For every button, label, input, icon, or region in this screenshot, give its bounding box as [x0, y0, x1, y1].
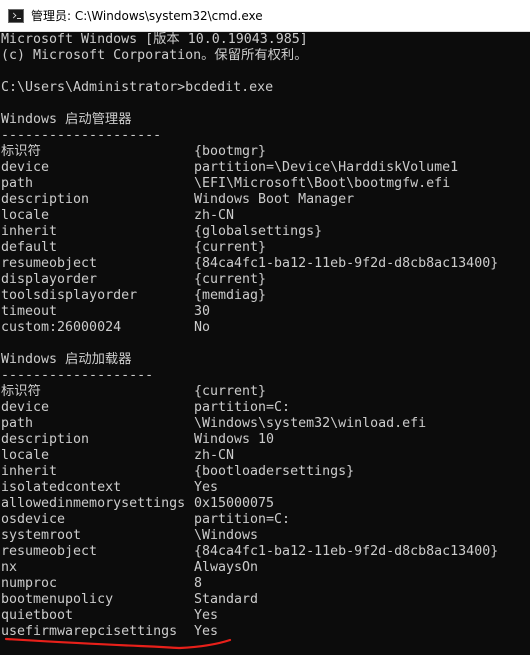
boot-manager-entry-value: partition=\Device\HarddiskVolume1 [194, 160, 459, 175]
boot-loader-entry-row: device partition=C: [1, 400, 530, 416]
boot-manager-entry-key: resumeobject [1, 256, 98, 271]
boot-loader-entry-value: AlwaysOn [194, 560, 259, 575]
boot-manager-entry-row: default {current} [1, 240, 530, 256]
boot-manager-entry-value: {current} [194, 272, 267, 287]
red-underline-annotation [4, 637, 232, 650]
boot-loader-entry-row: isolatedcontext Yes [1, 480, 530, 496]
boot-manager-entry-row: 标识符 {bootmgr} [1, 144, 530, 160]
boot-loader-entry-row: path \Windows\system32\winload.efi [1, 416, 530, 432]
boot-manager-entry-value: {bootmgr} [194, 144, 267, 159]
window-title: 管理员: C:\Windows\system32\cmd.exe [31, 9, 263, 23]
boot-manager-entries: 标识符 {bootmgr} device partition=\Device\Hard… [1, 144, 530, 336]
version-line: Microsoft Windows [版本 10.0.19043.985] [1, 32, 308, 47]
boot-manager-entry-value: {globalsettings} [194, 224, 323, 239]
boot-loader-entry-key: device [1, 400, 50, 415]
boot-loader-entry-row: systemroot \Windows [1, 528, 530, 544]
boot-manager-entry-value: {84ca4fc1-ba12-11eb-9f2d-d8cb8ac13400} [194, 256, 499, 271]
boot-loader-entry-key: resumeobject [1, 544, 98, 559]
boot-loader-entry-value: \Windows\system32\winload.efi [194, 416, 427, 431]
command-prompt: C:\Users\Administrator>bcdedit.exe [1, 80, 274, 95]
boot-manager-entry-row: inherit {globalsettings} [1, 224, 530, 240]
boot-manager-entry-row: displayorder {current} [1, 272, 530, 288]
boot-manager-entry-value: Windows Boot Manager [194, 192, 355, 207]
boot-manager-entry-key: description [1, 192, 90, 207]
boot-loader-entry-key: osdevice [1, 512, 66, 527]
boot-loader-entry-key: locale [1, 448, 50, 463]
boot-loader-entries: 标识符 {current} device partition=C: path \Windo… [1, 384, 530, 640]
boot-manager-entry-row: device partition=\Device\HarddiskVolume1 [1, 160, 530, 176]
boot-manager-entry-key: 标识符 [1, 144, 41, 159]
boot-loader-entry-value: partition=C: [194, 512, 291, 527]
boot-manager-entry-key: displayorder [1, 272, 98, 287]
boot-loader-entry-value: {current} [194, 384, 267, 399]
cmd-window: 管理员: C:\Windows\system32\cmd.exe Microso… [0, 0, 530, 655]
copyright-line: (c) Microsoft Corporation。保留所有权利。 [1, 48, 308, 63]
boot-loader-entry-value: Standard [194, 592, 259, 607]
cmd-icon[interactable] [8, 8, 24, 23]
boot-loader-entry-key: allowedinmemorysettings [1, 496, 186, 511]
boot-loader-entry-value: Yes [194, 608, 219, 623]
boot-manager-entry-key: inherit [1, 224, 58, 239]
boot-loader-separator: ------------------- [1, 368, 154, 383]
boot-manager-entry-row: timeout 30 [1, 304, 530, 320]
boot-manager-entry-value: {current} [194, 240, 267, 255]
title-bar[interactable]: 管理员: C:\Windows\system32\cmd.exe [0, 0, 530, 32]
boot-manager-separator: -------------------- [1, 128, 162, 143]
boot-manager-entry-key: device [1, 160, 50, 175]
boot-loader-entry-row: description Windows 10 [1, 432, 530, 448]
boot-manager-entry-row: locale zh-CN [1, 208, 530, 224]
boot-loader-entry-value: {bootloadersettings} [194, 464, 355, 479]
boot-loader-entry-value: Yes [194, 480, 219, 495]
console-output[interactable]: Microsoft Windows [版本 10.0.19043.985] (c… [0, 32, 530, 655]
boot-manager-entry-row: path \EFI\Microsoft\Boot\bootmgfw.efi [1, 176, 530, 192]
boot-manager-entry-value: \EFI\Microsoft\Boot\bootmgfw.efi [194, 176, 451, 191]
boot-loader-entry-value: partition=C: [194, 400, 291, 415]
boot-loader-entry-key: numproc [1, 576, 58, 591]
boot-loader-entry-key: 标识符 [1, 384, 41, 399]
boot-loader-entry-row: 标识符 {current} [1, 384, 530, 400]
boot-manager-entry-key: custom:26000024 [1, 320, 122, 335]
boot-manager-entry-value: {memdiag} [194, 288, 267, 303]
boot-loader-entry-row: quietboot Yes [1, 608, 530, 624]
boot-loader-entry-value: {84ca4fc1-ba12-11eb-9f2d-d8cb8ac13400} [194, 544, 499, 559]
boot-loader-entry-row: numproc 8 [1, 576, 530, 592]
boot-loader-entry-key: systemroot [1, 528, 82, 543]
boot-loader-entry-key: description [1, 432, 90, 447]
boot-loader-entry-value: Windows 10 [194, 432, 275, 447]
boot-manager-entry-key: locale [1, 208, 50, 223]
boot-manager-entry-key: default [1, 240, 58, 255]
boot-loader-entry-key: nx [1, 560, 18, 575]
boot-manager-entry-key: toolsdisplayorder [1, 288, 138, 303]
boot-manager-entry-row: toolsdisplayorder {memdiag} [1, 288, 530, 304]
boot-loader-entry-value: zh-CN [194, 448, 235, 463]
boot-loader-entry-row: locale zh-CN [1, 448, 530, 464]
boot-loader-entry-row: allowedinmemorysettings 0x15000075 [1, 496, 530, 512]
boot-manager-entry-key: timeout [1, 304, 58, 319]
boot-manager-entry-key: path [1, 176, 34, 191]
boot-loader-entry-key: isolatedcontext [1, 480, 122, 495]
boot-manager-entry-value: No [194, 320, 211, 335]
boot-manager-entry-row: custom:26000024 No [1, 320, 530, 336]
boot-loader-entry-row: nx AlwaysOn [1, 560, 530, 576]
boot-loader-entry-value: 0x15000075 [194, 496, 275, 511]
boot-manager-entry-row: resumeobject {84ca4fc1-ba12-11eb-9f2d-d8c… [1, 256, 530, 272]
boot-manager-entry-value: 30 [194, 304, 211, 319]
boot-loader-heading: Windows 启动加载器 [1, 352, 132, 367]
boot-loader-entry-row: inherit {bootloadersettings} [1, 464, 530, 480]
boot-loader-entry-row: resumeobject {84ca4fc1-ba12-11eb-9f2d-d8c… [1, 544, 530, 560]
boot-loader-entry-row: bootmenupolicy Standard [1, 592, 530, 608]
boot-loader-entry-row: osdevice partition=C: [1, 512, 530, 528]
boot-loader-entry-key: inherit [1, 464, 58, 479]
boot-loader-entry-value: \Windows [194, 528, 259, 543]
boot-manager-heading: Windows 启动管理器 [1, 112, 132, 127]
boot-loader-entry-key: quietboot [1, 608, 74, 623]
boot-manager-entry-row: description Windows Boot Manager [1, 192, 530, 208]
boot-loader-entry-value: 8 [194, 576, 203, 591]
boot-loader-entry-key: path [1, 416, 34, 431]
boot-loader-entry-key: bootmenupolicy [1, 592, 114, 607]
boot-manager-entry-value: zh-CN [194, 208, 235, 223]
